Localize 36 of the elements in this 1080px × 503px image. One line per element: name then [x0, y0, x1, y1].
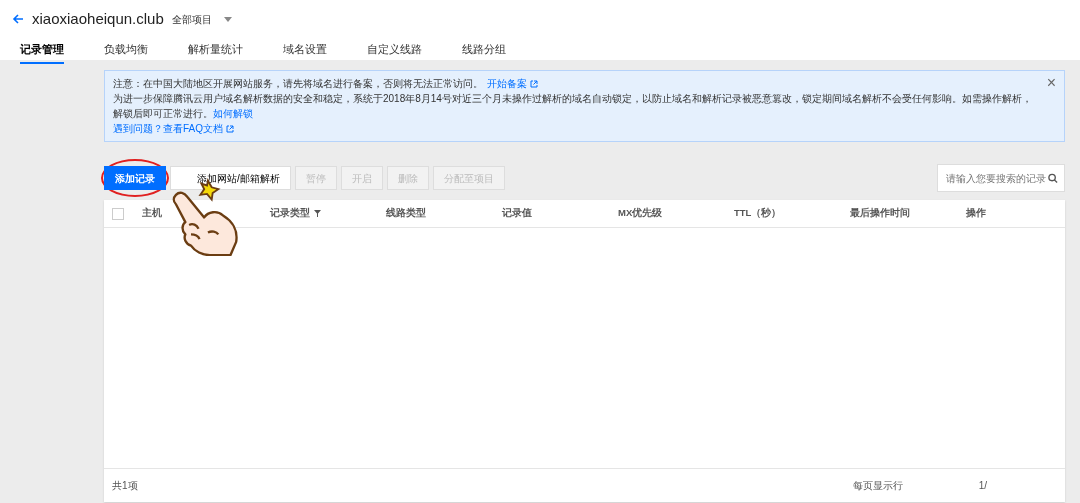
toolbar-button[interactable]: 添加网站/邮箱解析	[170, 166, 291, 190]
search-icon[interactable]	[1048, 172, 1058, 184]
column-header: 线路类型	[386, 206, 426, 221]
tab[interactable]: 记录管理	[20, 34, 64, 64]
domain-title: xiaoxiaoheiqun.club	[32, 9, 164, 29]
tab[interactable]: 负载均衡	[104, 34, 148, 64]
column-header: 记录类型	[270, 206, 310, 221]
page-indicator: 1/	[978, 479, 987, 493]
column-header: TTL（秒）	[734, 206, 782, 221]
notice-text: 注意：在中国大陆地区开展网站服务，请先将域名进行备案，否则将无法正常访问。	[113, 78, 483, 89]
tab[interactable]: 自定义线路	[367, 34, 422, 64]
project-selector[interactable]: 全部项目	[171, 11, 212, 27]
external-link-icon	[225, 125, 234, 134]
external-link-icon	[529, 80, 538, 89]
column-header: 记录值	[502, 206, 532, 221]
unlock-help-link[interactable]: 如何解锁	[213, 108, 253, 119]
column-header: 操作	[966, 206, 986, 221]
column-header: 最后操作时间	[850, 206, 910, 221]
column-header: 主机	[142, 206, 162, 221]
back-arrow-icon[interactable]	[12, 13, 24, 26]
faq-link[interactable]: 遇到问题？查看FAQ文档	[113, 123, 223, 134]
filter-icon[interactable]	[314, 210, 321, 217]
start-filing-link[interactable]: 开始备案	[487, 78, 527, 89]
total-count: 共1项	[112, 479, 138, 493]
tab[interactable]: 解析量统计	[188, 34, 243, 64]
search-box[interactable]: 请输入您要搜索的记录	[937, 164, 1065, 192]
column-header: MX优先级	[618, 206, 663, 221]
caret-icon[interactable]	[223, 16, 232, 22]
tab[interactable]: 域名设置	[283, 34, 327, 64]
select-all-checkbox[interactable]	[112, 207, 124, 220]
add-record-button[interactable]: 添加记录	[104, 166, 166, 190]
close-button[interactable]: ×	[1046, 75, 1056, 91]
tab[interactable]: 线路分组	[462, 34, 506, 64]
notice-text: 为进一步保障腾讯云用户域名解析数据的安全和稳定，系统于2018年8月14号对近三个月未操作过解析的域名自动锁定，以防止域名和解析记录被恶意篡改，锁定期间域名解析不会受任何影响。如需操作解析，解锁后即可正常进行。如何解锁	[113, 92, 1033, 121]
rows-per-page-label: 每页显示行	[852, 479, 903, 493]
search-field[interactable]: 请输入您要搜索的记录	[944, 169, 1048, 187]
